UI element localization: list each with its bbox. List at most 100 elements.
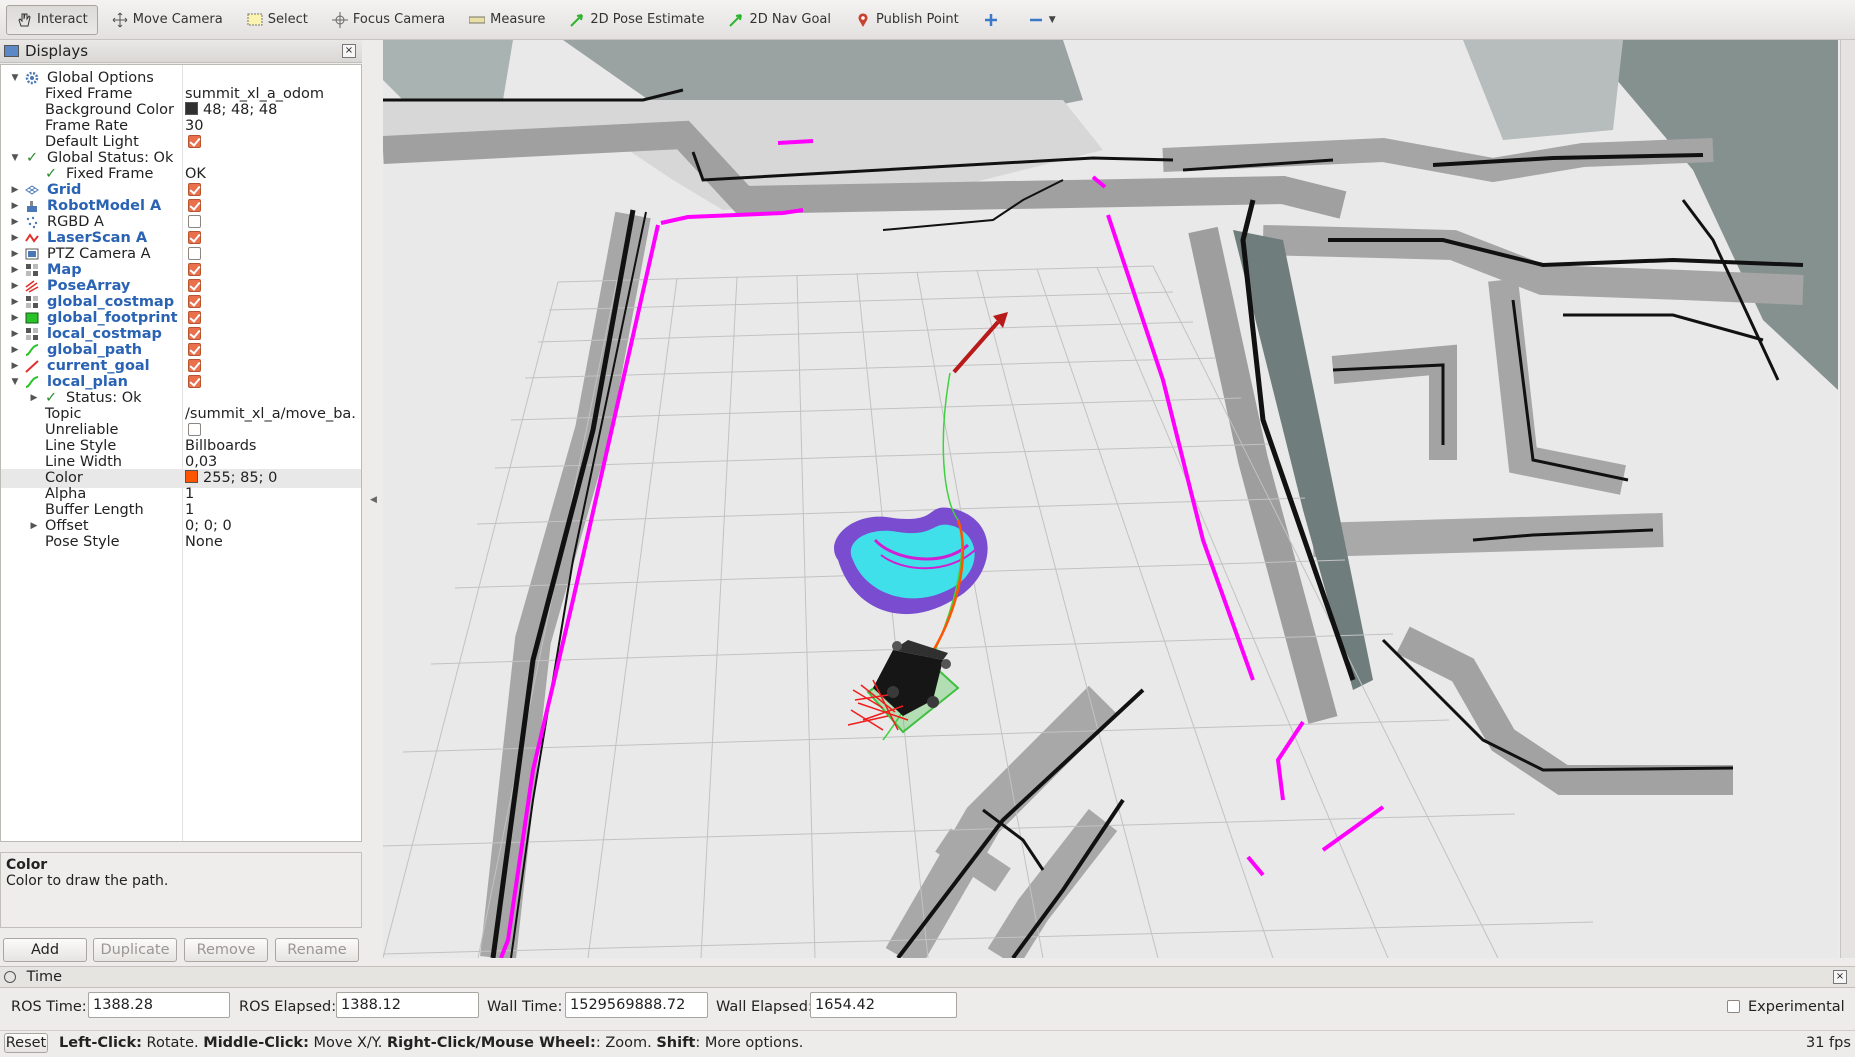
right-click-text: : Zoom. bbox=[595, 1035, 657, 1051]
tree-row-pose-style[interactable]: Pose Style None bbox=[1, 533, 361, 552]
map-checkbox[interactable] bbox=[188, 263, 201, 276]
pose-icon bbox=[25, 359, 39, 373]
wall-time-field[interactable]: 1529569888.72 bbox=[565, 992, 708, 1018]
ros-elapsed-label: ROS Elapsed: bbox=[239, 999, 337, 1015]
wall-elapsed-field[interactable]: 1654.42 bbox=[810, 992, 957, 1018]
laser-scan-icon bbox=[25, 231, 39, 245]
panel-splitter[interactable]: ◀ bbox=[366, 40, 382, 960]
property-description: Color Color to draw the path. bbox=[0, 852, 362, 928]
camera-icon bbox=[25, 247, 39, 261]
interact-label: Interact bbox=[37, 12, 88, 27]
wall-elapsed-label: Wall Elapsed: bbox=[716, 999, 813, 1015]
grid-checkbox[interactable] bbox=[188, 183, 201, 196]
global-path-checkbox[interactable] bbox=[188, 343, 201, 356]
focus-crosshair-icon bbox=[331, 11, 348, 28]
add-tool-button[interactable] bbox=[973, 5, 1014, 35]
description-text: Color to draw the path. bbox=[6, 873, 169, 889]
map-pin-icon bbox=[855, 12, 871, 28]
point-cloud-icon bbox=[25, 215, 39, 229]
add-button[interactable]: Add bbox=[3, 938, 87, 962]
move-camera-icon bbox=[112, 12, 128, 28]
measure-tool-button[interactable]: Measure bbox=[459, 5, 555, 35]
green-arrow-icon bbox=[569, 12, 585, 28]
focus-camera-tool-button[interactable]: Focus Camera bbox=[322, 5, 455, 35]
grid-icon bbox=[25, 183, 39, 197]
remove-button[interactable]: Remove bbox=[184, 938, 268, 962]
ros-time-field[interactable]: 1388.28 bbox=[88, 992, 230, 1018]
ruler-icon bbox=[468, 12, 486, 28]
global-costmap-checkbox[interactable] bbox=[188, 295, 201, 308]
ros-elapsed-field[interactable]: 1388.12 bbox=[336, 992, 479, 1018]
check-icon: ✓ bbox=[45, 166, 58, 182]
experimental-checkbox[interactable] bbox=[1727, 1000, 1740, 1013]
rename-button[interactable]: Rename bbox=[275, 938, 359, 962]
color-value: 255; 85; 0 bbox=[203, 470, 278, 486]
polygon-icon bbox=[25, 311, 39, 325]
nav-goal-label: 2D Nav Goal bbox=[749, 12, 832, 27]
map-icon bbox=[25, 295, 39, 309]
global-footprint-checkbox[interactable] bbox=[188, 311, 201, 324]
publish-point-tool-button[interactable]: Publish Point bbox=[845, 5, 969, 35]
hand-icon bbox=[16, 12, 32, 28]
rgbd-checkbox[interactable] bbox=[188, 215, 201, 228]
status-bar: Reset Left-Click: Rotate. Middle-Click: … bbox=[0, 1030, 1855, 1057]
color-swatch bbox=[185, 102, 198, 115]
color-value: 48; 48; 48 bbox=[203, 102, 278, 118]
nav-goal-tool-button[interactable]: 2D Nav Goal bbox=[718, 5, 841, 35]
duplicate-button[interactable]: Duplicate bbox=[93, 938, 177, 962]
move-camera-label: Move Camera bbox=[132, 12, 223, 27]
pose-estimate-tool-button[interactable]: 2D Pose Estimate bbox=[559, 5, 714, 35]
local-plan-checkbox[interactable] bbox=[188, 375, 201, 388]
publish-point-label: Publish Point bbox=[876, 12, 959, 27]
move-camera-tool-button[interactable]: Move Camera bbox=[102, 5, 233, 35]
map-icon bbox=[25, 327, 39, 341]
local-costmap-checkbox[interactable] bbox=[188, 327, 201, 340]
remove-tool-menu-button[interactable]: ▼ bbox=[1018, 5, 1066, 35]
check-icon: ✓ bbox=[26, 150, 39, 166]
left-click-text: Rotate. bbox=[141, 1035, 204, 1051]
current-goal-checkbox[interactable] bbox=[188, 359, 201, 372]
chevron-down-icon: ▼ bbox=[1048, 14, 1056, 25]
displays-panel: Displays × ▼ Global Options Fixed Frame … bbox=[0, 40, 362, 962]
time-panel: ROS Time: 1388.28 ROS Elapsed: 1388.12 W… bbox=[0, 988, 1855, 1030]
right-click-key: Right-Click/Mouse Wheel: bbox=[386, 1035, 596, 1051]
ros-time-label: ROS Time: bbox=[11, 999, 87, 1015]
displays-tree[interactable]: ▼ Global Options Fixed Frame summit_xl_a… bbox=[0, 64, 362, 842]
close-icon[interactable]: × bbox=[1833, 970, 1847, 984]
map-icon bbox=[25, 263, 39, 277]
robot-model-icon bbox=[25, 199, 39, 213]
select-tool-button[interactable]: Select bbox=[237, 5, 318, 35]
left-click-key: Left-Click: bbox=[59, 1035, 142, 1051]
displays-panel-header: Displays × bbox=[0, 40, 362, 63]
experimental-label: Experimental bbox=[1748, 999, 1845, 1015]
time-panel-header: Time × bbox=[0, 966, 1855, 988]
select-box-icon bbox=[247, 12, 263, 28]
displays-buttons: Add Duplicate Remove Rename bbox=[0, 938, 362, 966]
minus-icon bbox=[1028, 12, 1044, 28]
reset-button[interactable]: Reset bbox=[4, 1033, 48, 1053]
ptz-camera-checkbox[interactable] bbox=[188, 247, 201, 260]
unreliable-checkbox[interactable] bbox=[188, 423, 201, 436]
default-light-checkbox[interactable] bbox=[188, 135, 201, 148]
plus-icon bbox=[983, 12, 999, 28]
posearray-checkbox[interactable] bbox=[188, 279, 201, 292]
middle-click-key: Middle-Click: bbox=[203, 1035, 309, 1051]
main-toolbar: Interact Move Camera Select Focus Camera… bbox=[0, 0, 1855, 40]
select-label: Select bbox=[267, 12, 308, 27]
laserscan-checkbox[interactable] bbox=[188, 231, 201, 244]
pose-array-icon bbox=[25, 279, 39, 293]
pose-estimate-label: 2D Pose Estimate bbox=[590, 12, 705, 27]
interact-tool-button[interactable]: Interact bbox=[6, 4, 98, 35]
shift-text: : More options. bbox=[695, 1035, 804, 1051]
robotmodel-checkbox[interactable] bbox=[188, 199, 201, 212]
description-title: Color bbox=[6, 857, 48, 873]
scene-canvas[interactable] bbox=[383, 40, 1838, 958]
render-3d-view[interactable] bbox=[383, 40, 1838, 958]
collapse-left-icon[interactable]: ◀ bbox=[370, 495, 377, 505]
tree-row-label: Pose Style bbox=[45, 534, 120, 550]
collapse-right-handle[interactable] bbox=[1840, 40, 1855, 958]
middle-click-text: Move X/Y. bbox=[308, 1035, 387, 1051]
close-icon[interactable]: × bbox=[342, 44, 356, 58]
tree-row-value[interactable]: None bbox=[185, 533, 357, 552]
gear-icon bbox=[25, 71, 39, 85]
